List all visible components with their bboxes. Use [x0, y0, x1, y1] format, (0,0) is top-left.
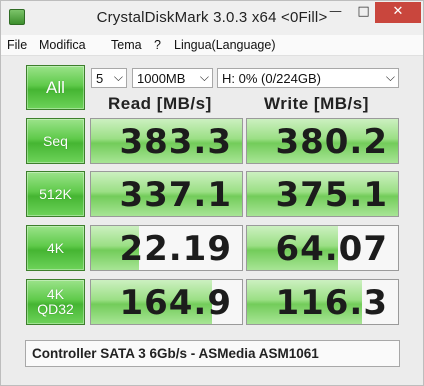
4k-qd32-button[interactable]: 4K QD32 — [26, 279, 85, 325]
4k-qd32-read-cell: 164.9 — [90, 279, 243, 325]
seq-read-cell: 383.3 — [90, 118, 243, 164]
size-select[interactable]: 1000MB ⌵ — [132, 68, 213, 88]
write-header: Write [MB/s] — [264, 94, 369, 113]
4k-read-value: 22.19 — [119, 229, 232, 269]
seq-read-value: 383.3 — [119, 122, 232, 162]
minimize-button[interactable]: — — [322, 2, 349, 23]
512k-read-value: 337.1 — [119, 175, 232, 215]
title-bar[interactable]: CrystalDiskMark 3.0.3 x64 <0Fill> — □ ✕ — [1, 1, 423, 35]
4k-qd32-read-value: 164.9 — [119, 283, 232, 323]
seq-write-value: 380.2 — [275, 122, 388, 162]
4k-write-cell: 64.07 — [246, 225, 399, 271]
chevron-down-icon: ⌵ — [199, 70, 209, 84]
4k-write-value: 64.07 — [275, 229, 388, 269]
512k-read-cell: 337.1 — [90, 171, 243, 217]
4k-read-cell: 22.19 — [90, 225, 243, 271]
runs-select[interactable]: 5 ⌵ — [91, 68, 127, 88]
4k-qd32-button-label: 4K — [46, 286, 65, 302]
drive-value: H: 0% (0/224GB) — [222, 71, 321, 86]
runs-value: 5 — [96, 71, 104, 86]
app-window: CrystalDiskMark 3.0.3 x64 <0Fill> — □ ✕ … — [0, 0, 424, 386]
menu-bar: File Modifica Tema ? Lingua(Language) — [1, 35, 423, 56]
512k-write-value: 375.1 — [275, 175, 388, 215]
chevron-down-icon: ⌵ — [113, 70, 123, 84]
close-button[interactable]: ✕ — [375, 2, 421, 23]
4k-button-label: 4K — [46, 239, 65, 256]
maximize-button[interactable]: □ — [350, 2, 377, 23]
chevron-down-icon: ⌵ — [385, 70, 395, 84]
size-value: 1000MB — [137, 71, 186, 86]
drive-select[interactable]: H: 0% (0/224GB) ⌵ — [217, 68, 399, 88]
512k-button-label: 512K — [39, 185, 72, 202]
controller-status-field[interactable]: Controller SATA 3 6Gb/s - ASMedia ASM106… — [25, 340, 400, 367]
seq-button-label: Seq — [43, 132, 68, 149]
seq-button[interactable]: Seq — [26, 118, 85, 164]
4k-qd32-write-cell: 116.3 — [246, 279, 399, 325]
controller-status-text: Controller SATA 3 6Gb/s - ASMedia ASM106… — [32, 346, 319, 361]
menu-language[interactable]: Lingua(Language) — [174, 38, 275, 52]
menu-file[interactable]: File — [7, 38, 27, 52]
4k-qd32-write-value: 116.3 — [275, 283, 388, 323]
seq-write-cell: 380.2 — [246, 118, 399, 164]
4k-qd32-button-sublabel: QD32 — [37, 301, 74, 317]
512k-button[interactable]: 512K — [26, 171, 85, 217]
menu-tema[interactable]: Tema — [111, 38, 142, 52]
read-header: Read [MB/s] — [108, 94, 212, 113]
all-button[interactable]: All — [26, 65, 85, 110]
menu-modifica[interactable]: Modifica — [39, 38, 86, 52]
all-button-label: All — [46, 77, 65, 97]
512k-write-cell: 375.1 — [246, 171, 399, 217]
menu-help[interactable]: ? — [154, 38, 161, 52]
4k-button[interactable]: 4K — [26, 225, 85, 271]
